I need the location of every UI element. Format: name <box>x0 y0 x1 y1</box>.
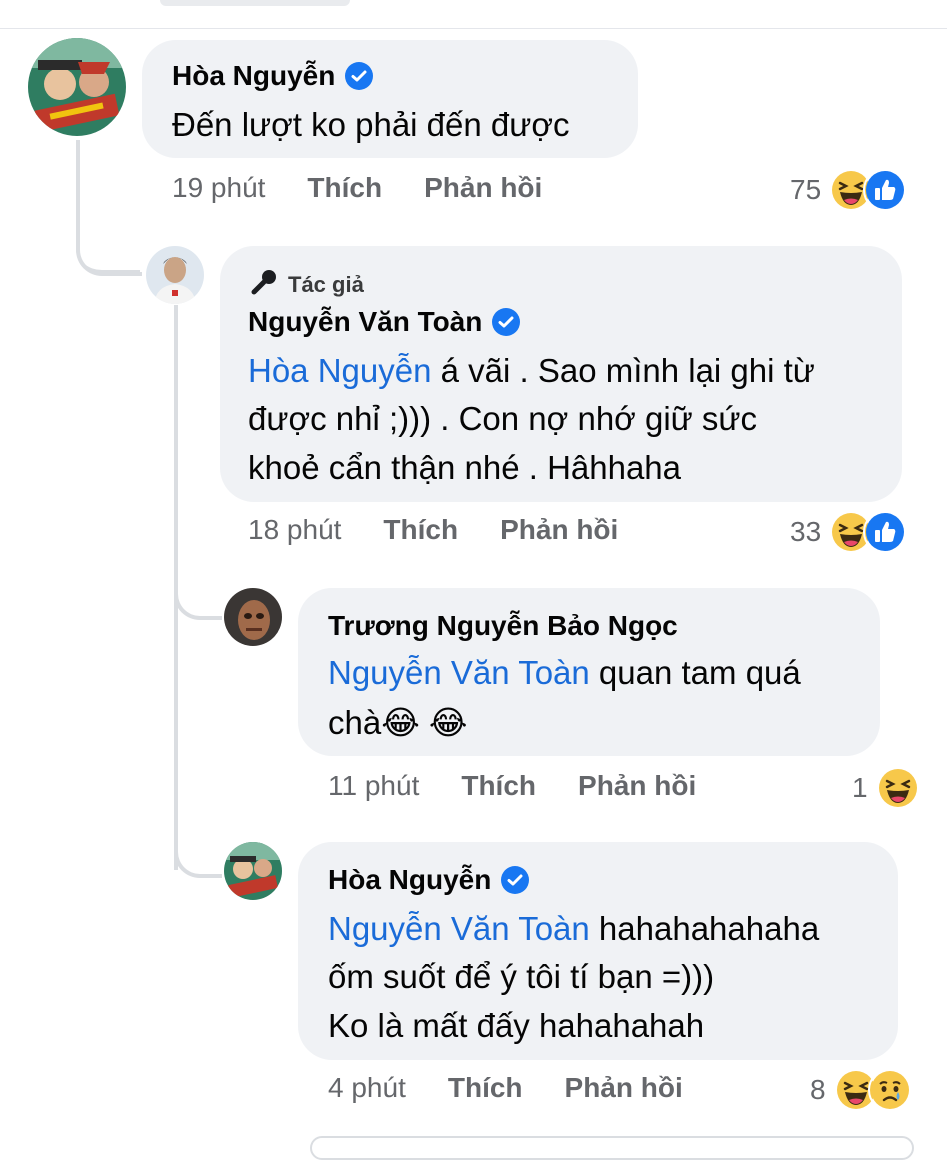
author-name[interactable]: Nguyễn Văn Toàn <box>248 306 482 338</box>
verified-badge-icon <box>345 62 374 90</box>
thread-connector <box>174 820 222 878</box>
verified-badge-icon <box>501 866 530 894</box>
reaction-summary[interactable]: 8 <box>810 1068 912 1112</box>
thread-connector <box>174 560 222 620</box>
comment-text: Hòa Nguyễn á vãi . Sao mình lại ghi từ <box>248 344 815 397</box>
reaction-count: 33 <box>790 516 822 547</box>
comment-actions: 11 phút Thích Phản hồi <box>328 770 696 802</box>
timestamp[interactable]: 18 phút <box>248 514 341 546</box>
comment-actions: 19 phút Thích Phản hồi <box>172 172 542 204</box>
text-line: hahahahahaha <box>589 910 820 947</box>
comment-text-line: ốm suốt để ý tôi tí bạn =))) <box>328 958 715 995</box>
reply-button[interactable]: Phản hồi <box>578 770 696 802</box>
comment-text-line: Ko là mất đấy hahahahah <box>328 1007 705 1044</box>
reaction-summary[interactable]: 75 <box>790 168 908 212</box>
comment-author[interactable]: Nguyễn Văn Toàn <box>248 306 521 338</box>
comment-text: Nguyễn Văn Toàn hahahahahaha <box>328 902 819 955</box>
verified-badge-icon <box>492 308 521 336</box>
text-line: quan tam quá <box>589 654 801 691</box>
reply-button[interactable]: Phản hồi <box>424 172 542 204</box>
avatar[interactable] <box>28 38 126 136</box>
author-tag-label: Tác giả <box>288 272 364 297</box>
divider <box>0 28 947 29</box>
author-name[interactable]: Hòa Nguyễn <box>172 60 335 92</box>
haha-icon <box>875 766 920 810</box>
reaction-count: 75 <box>790 174 822 205</box>
avatar[interactable] <box>224 588 282 646</box>
reply-button[interactable]: Phản hồi <box>565 1072 683 1104</box>
like-button[interactable]: Thích <box>383 514 458 546</box>
reply-button[interactable]: Phản hồi <box>500 514 618 546</box>
like-icon <box>863 168 908 212</box>
mention-link[interactable]: Nguyễn Văn Toàn <box>328 910 590 947</box>
avatar[interactable] <box>224 842 282 900</box>
timestamp[interactable]: 19 phút <box>172 172 265 204</box>
comment-actions: 4 phút Thích Phản hồi <box>328 1072 683 1104</box>
comment-text-line: khoẻ cẩn thận nhé . Hâhhaha <box>248 449 682 486</box>
comment-text: Đến lượt ko phải đến được <box>172 106 570 143</box>
like-button[interactable]: Thích <box>307 172 382 204</box>
author-tag: Tác giả <box>250 268 364 302</box>
comment-author[interactable]: Hòa Nguyễn <box>172 60 374 92</box>
comment-author[interactable]: Hòa Nguyễn <box>328 864 530 896</box>
reaction-count: 1 <box>852 772 868 803</box>
reaction-summary[interactable]: 1 <box>852 766 920 810</box>
timestamp[interactable]: 11 phút <box>328 770 419 802</box>
reaction-summary[interactable]: 33 <box>790 510 908 554</box>
author-name[interactable]: Trương Nguyễn Bảo Ngọc <box>328 610 678 642</box>
comment-text: Nguyễn Văn Toàn quan tam quá <box>328 646 801 699</box>
previous-comment-edge <box>160 0 350 6</box>
mention-link[interactable]: Hòa Nguyễn <box>248 352 431 389</box>
sad-icon <box>867 1068 912 1112</box>
thread-connector <box>76 140 142 276</box>
mention-link[interactable]: Nguyễn Văn Toàn <box>328 654 590 691</box>
like-icon <box>863 510 908 554</box>
timestamp[interactable]: 4 phút <box>328 1072 406 1104</box>
next-comment-edge <box>310 1136 914 1160</box>
text-line: á vãi . Sao mình lại ghi từ <box>431 352 815 389</box>
author-name[interactable]: Hòa Nguyễn <box>328 864 491 896</box>
comment-text-line: chà😂 😂 <box>328 704 468 741</box>
microphone-icon <box>250 268 280 302</box>
avatar[interactable] <box>146 246 204 304</box>
comment-author[interactable]: Trương Nguyễn Bảo Ngọc <box>328 610 678 642</box>
comment-text-line: được nhỉ ;))) . Con nợ nhớ giữ sức <box>248 400 758 437</box>
comment-actions: 18 phút Thích Phản hồi <box>248 514 618 546</box>
like-button[interactable]: Thích <box>461 770 536 802</box>
reaction-count: 8 <box>810 1074 826 1105</box>
like-button[interactable]: Thích <box>448 1072 523 1104</box>
